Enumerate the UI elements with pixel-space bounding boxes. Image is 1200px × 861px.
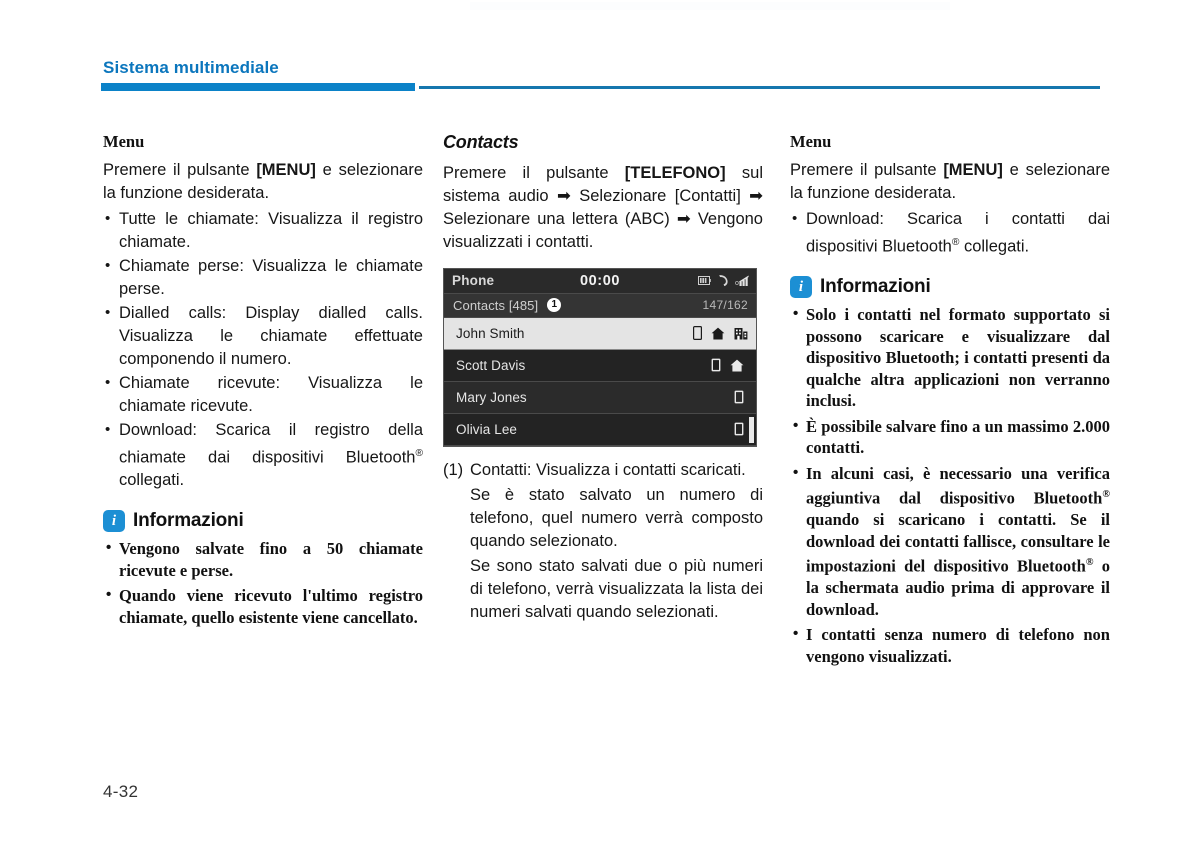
list-item: Vengono salvate fino a 50 chiamate ricev… (103, 537, 423, 581)
callout-marker-1: 1 (547, 298, 562, 313)
battery-icon (698, 276, 711, 286)
info-title: Informazioni (133, 510, 244, 532)
screen-list-header: Contacts [485] 1 147/162 (444, 293, 756, 318)
contact-number-type-icons (711, 358, 744, 372)
intro-paragraph-left: Premere il pulsante [MENU] e selezionare… (103, 160, 423, 202)
list-item: Quando viene ricevuto l'ultimo registro … (103, 584, 423, 628)
contacts-list-label: Contacts [485] (453, 297, 539, 313)
svg-text:o: o (735, 280, 739, 287)
list-item: Download: Scarica il registro della chia… (103, 418, 423, 493)
section-heading-menu-left: Menu (103, 132, 145, 151)
contact-number-type-icons (734, 422, 744, 436)
scrollbar-thumb[interactable] (749, 416, 754, 443)
intro-paragraph-right: Premere il pulsante [MENU] e selezionare… (790, 160, 1110, 202)
info-icon: i (790, 276, 812, 299)
list-item: Download: Scarica i contatti dai disposi… (790, 207, 1110, 259)
info-list-left: Vengono salvate fino a 50 chiamate ricev… (103, 537, 423, 628)
home-icon (711, 327, 725, 340)
contact-row-mary-jones[interactable]: Mary Jones (444, 381, 756, 414)
header-rule-thin (419, 86, 1100, 89)
info-heading-left: i Informazioni (103, 510, 423, 533)
column-right: Menu Premere il pulsante [MENU] e selezi… (790, 132, 1110, 671)
list-item: Chiamate ricevute: Visualizza le chiamat… (103, 371, 423, 418)
button-name-telefono: [TELEFONO] (624, 163, 726, 182)
signal-strength-icon: o (735, 275, 749, 287)
list-item: I contatti senza numero di telefono non … (790, 623, 1110, 667)
scan-artifact (470, 2, 950, 10)
list-item: È possibile salvare fino a un massimo 2.… (790, 415, 1110, 459)
contact-name: John Smith (456, 325, 525, 341)
button-name-menu: [MENU] (943, 160, 1003, 179)
callout-note-text: Contatti: Visualizza i contatti scaricat… (470, 460, 746, 479)
manual-page: Sistema multimediale Menu Premere il pul… (0, 0, 1200, 861)
callout-note-paragraph-2: Se sono stato salvati due o più numeri d… (470, 556, 763, 621)
contact-name: Scott Davis (456, 357, 526, 373)
contacts-counter: 147/162 (702, 298, 748, 313)
registered-mark: ® (951, 236, 960, 248)
page-header-title: Sistema multimediale (103, 58, 279, 77)
registered-mark: ® (1085, 557, 1094, 569)
column-left: Menu Premere il pulsante [MENU] e selezi… (103, 132, 423, 632)
list-item: Chiamate perse: Visualizza le chiamate p… (103, 254, 423, 301)
callout-note-marker: (1) (443, 460, 464, 479)
list-item: Dialled calls: Display dialled calls. Vi… (103, 301, 423, 371)
menu-option-list-left: Tutte le chiamate: Visualizza il registr… (103, 207, 423, 493)
info-list-right: Solo i contatti nel formato supportato s… (790, 303, 1110, 667)
info-title: Informazioni (820, 276, 931, 298)
info-heading-right: i Informazioni (790, 276, 1110, 299)
contact-name: Olivia Lee (456, 421, 518, 437)
list-item: Tutte le chiamate: Visualizza il registr… (103, 207, 423, 254)
screen-top-bar: Phone 00:00 o (444, 268, 756, 294)
section-heading-menu-right: Menu (790, 132, 832, 151)
callout-note-paragraph-1: Se è stato salvato un numero di telefono… (470, 485, 763, 550)
list-item: Solo i contatti nel formato supportato s… (790, 303, 1110, 412)
contact-name: Mary Jones (456, 389, 527, 405)
contact-number-type-icons (734, 390, 744, 404)
page-number: 4-32 (103, 782, 139, 801)
mobile-icon (693, 326, 702, 341)
mobile-icon (711, 358, 721, 372)
mobile-icon (734, 422, 744, 436)
head-unit-screenshot: Phone 00:00 o Contacts [485] 1 147/162 J… (443, 267, 757, 447)
office-icon (734, 327, 748, 340)
screen-status-icons: o (698, 274, 750, 287)
list-item: In alcuni casi, è necessario una verific… (790, 462, 1110, 621)
info-icon: i (103, 510, 125, 533)
home-icon (730, 359, 744, 372)
mobile-icon (734, 390, 744, 404)
bluetooth-phone-icon (719, 275, 728, 287)
registered-mark: ® (415, 447, 423, 459)
button-name-menu: [MENU] (256, 160, 316, 179)
column-middle: Contacts Premere il pulsante [TELEFONO] … (443, 132, 763, 624)
contact-row-john-smith[interactable]: John Smith (444, 317, 756, 350)
menu-option-list-right: Download: Scarica i contatti dai disposi… (790, 207, 1110, 259)
callout-note-1: (1) Contatti: Visualizza i contatti scar… (443, 459, 763, 482)
section-heading-contacts: Contacts (443, 132, 519, 152)
contact-row-olivia-lee[interactable]: Olivia Lee (444, 413, 756, 446)
intro-paragraph-middle: Premere il pulsante [TELEFONO] sul siste… (443, 163, 763, 251)
contact-number-type-icons (693, 326, 748, 341)
header-rule-thick (101, 83, 415, 91)
contact-row-scott-davis[interactable]: Scott Davis (444, 349, 756, 382)
registered-mark: ® (1102, 489, 1110, 501)
